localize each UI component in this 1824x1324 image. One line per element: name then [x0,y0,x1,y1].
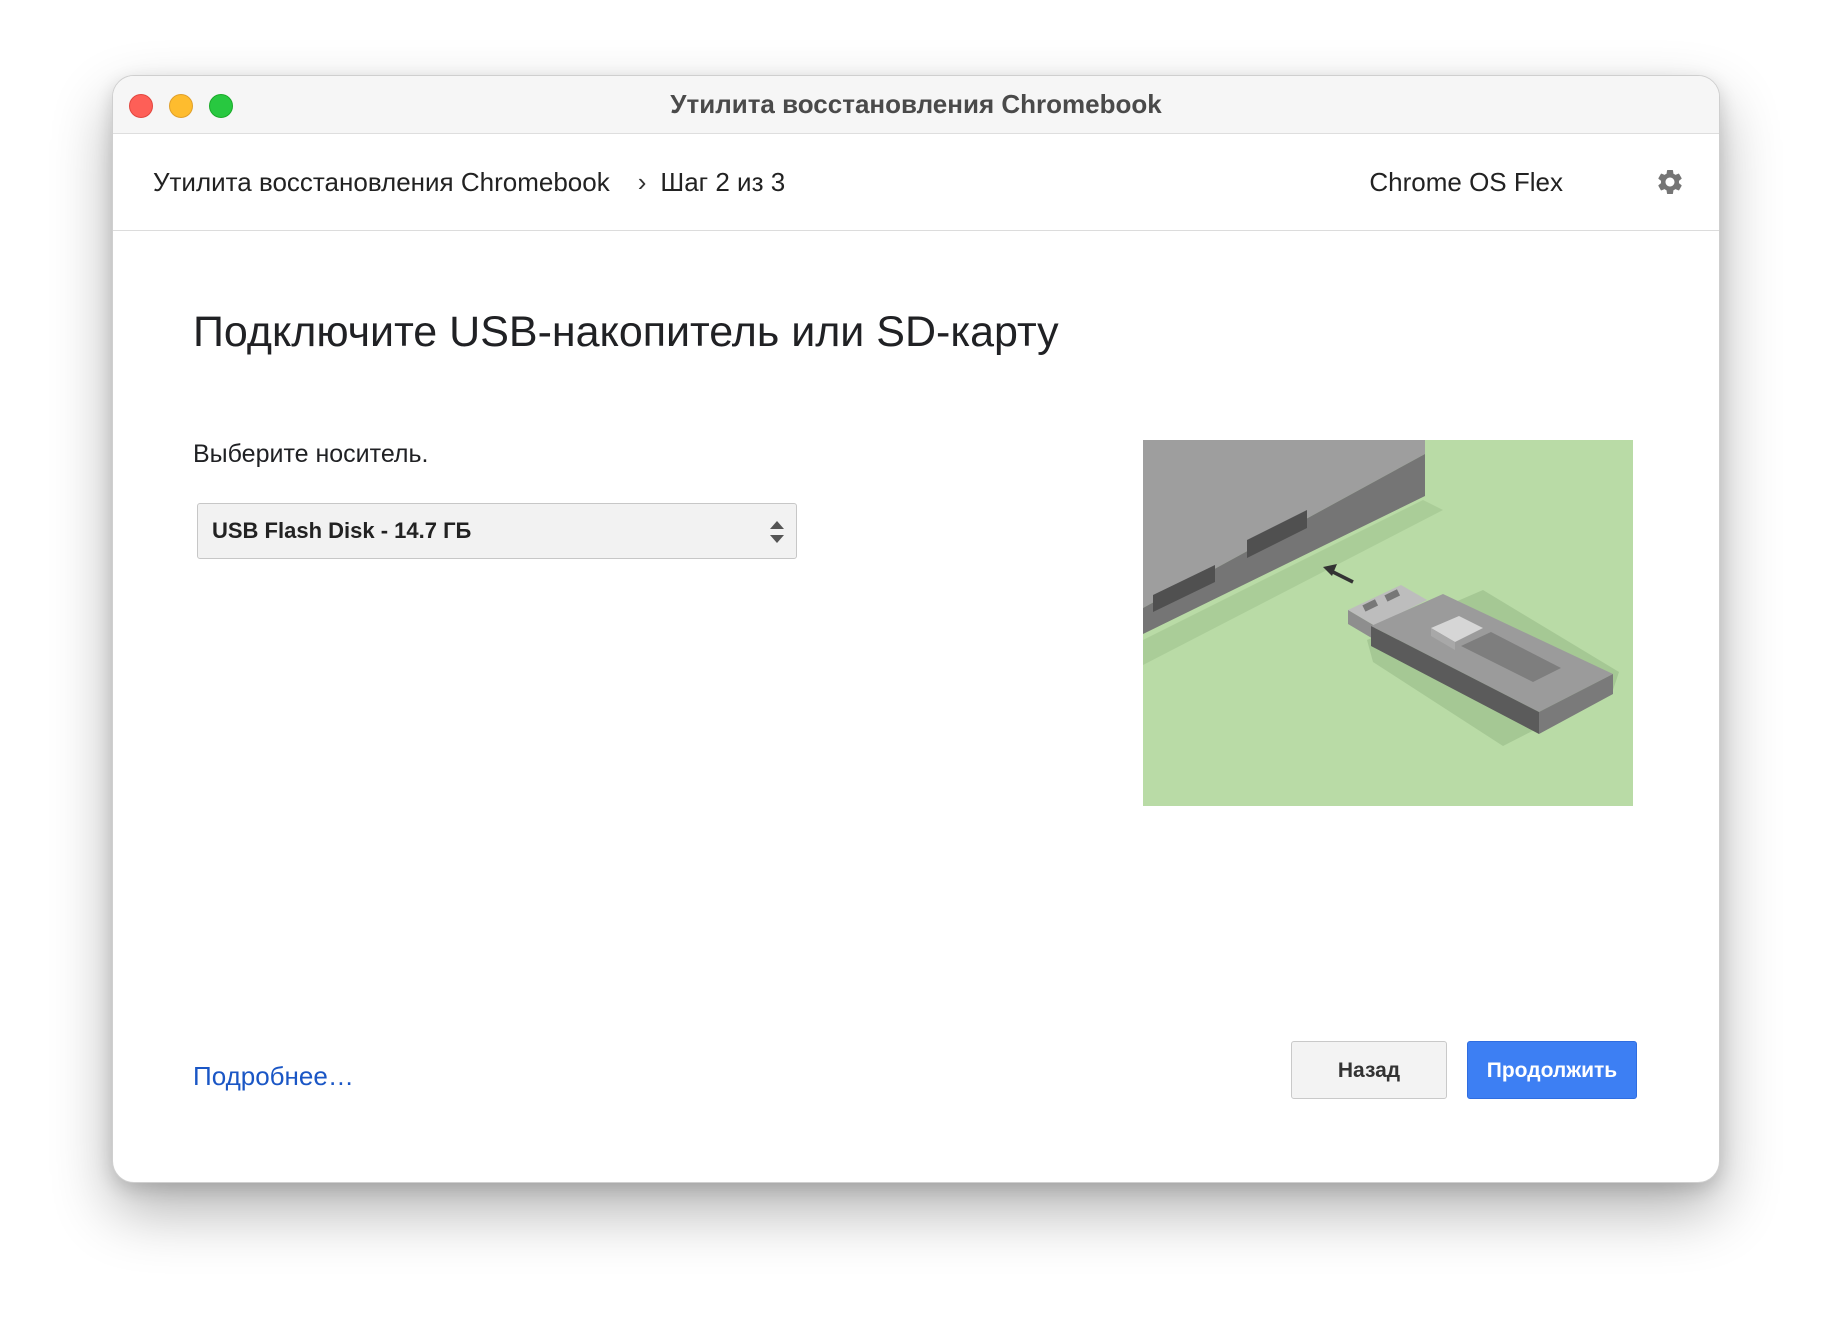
learn-more-link[interactable]: Подробнее… [193,1061,354,1092]
usb-insert-illustration [1143,440,1633,806]
breadcrumb: Утилита восстановления Chromebook › Шаг … [153,134,785,230]
breadcrumb-root: Утилита восстановления Chromebook [153,166,610,197]
continue-button[interactable]: Продолжить [1467,1041,1637,1099]
breadcrumb-step: Шаг 2 из 3 [660,166,786,197]
media-select-label: Выберите носитель. [193,440,429,468]
title-bar: Утилита восстановления Chromebook [113,76,1719,134]
media-select[interactable]: USB Flash Disk - 14.7 ГБ [197,503,797,559]
app-window: Утилита восстановления Chromebook Утилит… [112,75,1720,1183]
window-title: Утилита восстановления Chromebook [670,89,1162,119]
page-heading: Подключите USB-накопитель или SD-карту [193,308,1059,356]
app-header: Утилита восстановления Chromebook › Шаг … [113,134,1719,231]
media-select-value: USB Flash Disk - 14.7 ГБ [212,518,472,543]
product-name: Chrome OS Flex [1369,167,1563,197]
breadcrumb-separator: › [637,166,647,197]
gear-icon[interactable] [1655,167,1685,197]
back-button[interactable]: Назад [1291,1041,1447,1099]
up-down-arrows-icon [770,521,784,543]
